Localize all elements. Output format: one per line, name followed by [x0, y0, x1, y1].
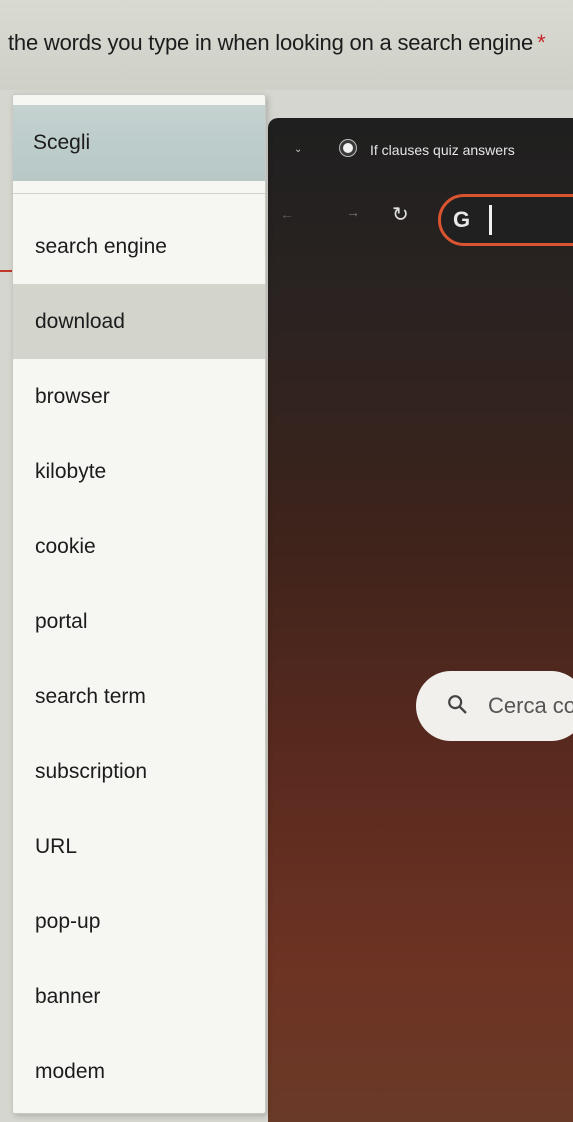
dropdown-option[interactable]: modem — [13, 1034, 265, 1109]
dropdown-option-label: search term — [35, 685, 146, 708]
answer-dropdown[interactable]: Scegli search engine download browser kilob… — [12, 94, 266, 1114]
dropdown-option-label: portal — [35, 610, 88, 633]
search-box[interactable]: Cerca co — [416, 671, 573, 741]
required-marker: * — [537, 30, 546, 55]
dropdown-option[interactable]: portal — [13, 584, 265, 659]
dropdown-option-label: download — [35, 310, 125, 333]
dropdown-option-label: subscription — [35, 760, 148, 783]
tab-favicon-icon — [340, 140, 356, 156]
dropdown-option-label: banner — [35, 985, 101, 1008]
browser-window: ⌄ If clauses quiz answers ← → ↻ G Cerca … — [268, 118, 573, 1122]
search-icon — [448, 695, 467, 714]
question-text: the words you type in when looking on a … — [8, 30, 534, 55]
browser-tab-title[interactable]: If clauses quiz answers — [370, 142, 515, 158]
back-arrow-icon[interactable]: ← — [280, 206, 294, 222]
dropdown-option[interactable]: pop-up — [13, 884, 265, 959]
address-bar[interactable]: G — [438, 194, 573, 246]
dropdown-option[interactable]: download — [13, 284, 265, 359]
dropdown-option-label: pop-up — [35, 910, 101, 933]
reload-icon[interactable]: ↻ — [392, 202, 409, 227]
dropdown-option[interactable]: cookie — [13, 509, 265, 584]
dropdown-option-label: cookie — [35, 535, 96, 558]
search-placeholder: Cerca co — [488, 693, 573, 718]
question-header: the words you type in when looking on a … — [0, 0, 573, 90]
dropdown-option-label: kilobyte — [35, 460, 107, 483]
dropdown-divider — [13, 193, 265, 194]
omnibox-text: G — [453, 207, 471, 232]
dropdown-option[interactable]: search term — [13, 659, 265, 734]
chevron-down-icon[interactable]: ⌄ — [294, 144, 302, 155]
dropdown-selected-value[interactable]: Scegli — [13, 105, 265, 181]
dropdown-option[interactable]: subscription — [13, 734, 265, 809]
dropdown-option[interactable]: banner — [13, 959, 265, 1034]
question-title: the words you type in when looking on a … — [8, 30, 573, 56]
dropdown-option[interactable]: browser — [13, 359, 265, 434]
dropdown-option[interactable]: URL — [13, 809, 265, 884]
dropdown-option[interactable]: search engine — [13, 209, 265, 284]
dropdown-options-list: search engine download browser kilobyte cook… — [13, 209, 265, 1109]
forward-arrow-icon[interactable]: → — [346, 204, 360, 220]
dropdown-option-label: modem — [35, 1060, 106, 1083]
dropdown-option[interactable]: kilobyte — [13, 434, 265, 509]
text-cursor — [489, 205, 492, 235]
dropdown-option-label: search engine — [35, 235, 167, 258]
dropdown-option-label: browser — [35, 385, 110, 408]
dropdown-placeholder: Scegli — [33, 131, 91, 154]
dropdown-option-label: URL — [35, 835, 78, 858]
